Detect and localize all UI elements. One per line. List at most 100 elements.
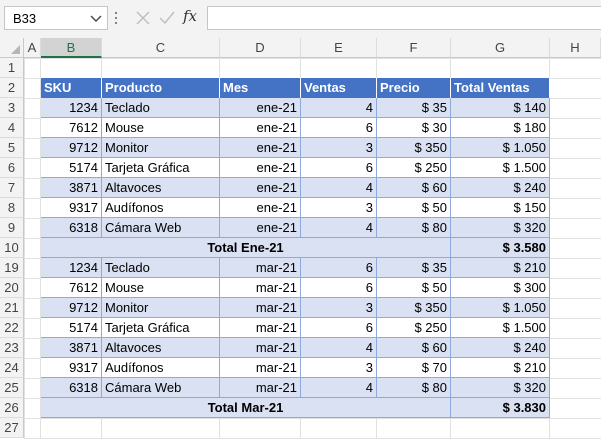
table-cell-ventas[interactable]: 6 (301, 278, 377, 298)
subtotal-value[interactable]: $ 3.580 (451, 238, 550, 258)
row-header[interactable]: 26 (0, 398, 24, 418)
table-cell-sku[interactable]: 3871 (41, 338, 102, 358)
row-header[interactable]: 3 (0, 98, 24, 118)
table-cell-producto[interactable]: Teclado (102, 98, 220, 118)
table-cell-precio[interactable]: $ 50 (377, 278, 451, 298)
table-cell-mes[interactable]: mar-21 (220, 258, 301, 278)
table-cell-mes[interactable]: ene-21 (220, 198, 301, 218)
table-cell-total[interactable]: $ 240 (451, 178, 550, 198)
table-cell-total[interactable]: $ 180 (451, 118, 550, 138)
table-cell-total[interactable]: $ 140 (451, 98, 550, 118)
table-cell-ventas[interactable]: 4 (301, 218, 377, 238)
table-cell-total[interactable]: $ 1.050 (451, 298, 550, 318)
table-cell-producto[interactable]: Mouse (102, 118, 220, 138)
table-cell-precio[interactable]: $ 50 (377, 198, 451, 218)
row-header[interactable]: 24 (0, 358, 24, 378)
table-cell-sku[interactable]: 9712 (41, 298, 102, 318)
table-cell-producto[interactable]: Audífonos (102, 198, 220, 218)
table-cell-ventas[interactable]: 3 (301, 138, 377, 158)
table-cell-total[interactable]: $ 300 (451, 278, 550, 298)
table-header-ventas[interactable]: Ventas (301, 78, 377, 98)
subtotal-label[interactable]: Total Ene-21 (41, 238, 451, 258)
enter-check-icon[interactable] (158, 10, 176, 26)
table-cell-ventas[interactable]: 6 (301, 118, 377, 138)
subtotal-label[interactable]: Total Mar-21 (41, 398, 451, 418)
column-header-c[interactable]: C (102, 38, 220, 58)
table-cell-sku[interactable]: 7612 (41, 118, 102, 138)
row-header[interactable]: 6 (0, 158, 24, 178)
table-cell-mes[interactable]: mar-21 (220, 378, 301, 398)
row-header[interactable]: 19 (0, 258, 24, 278)
table-cell-ventas[interactable]: 4 (301, 178, 377, 198)
table-header-precio[interactable]: Precio (377, 78, 451, 98)
table-cell-total[interactable]: $ 1.500 (451, 318, 550, 338)
row-header[interactable]: 2 (0, 78, 24, 98)
more-options-icon[interactable] (113, 11, 119, 25)
table-cell-precio[interactable]: $ 35 (377, 258, 451, 278)
row-header[interactable]: 27 (0, 418, 24, 438)
table-cell-ventas[interactable]: 4 (301, 338, 377, 358)
table-cell-precio[interactable]: $ 35 (377, 98, 451, 118)
table-cell-producto[interactable]: Cámara Web (102, 218, 220, 238)
table-header-producto[interactable]: Producto (102, 78, 220, 98)
table-cell-producto[interactable]: Teclado (102, 258, 220, 278)
table-cell-sku[interactable]: 9317 (41, 358, 102, 378)
table-cell-ventas[interactable]: 6 (301, 158, 377, 178)
table-cell-mes[interactable]: mar-21 (220, 358, 301, 378)
table-cell-ventas[interactable]: 4 (301, 98, 377, 118)
column-header-h[interactable]: H (550, 38, 601, 58)
table-header-total-ventas[interactable]: Total Ventas (451, 78, 550, 98)
row-header[interactable]: 8 (0, 198, 24, 218)
table-cell-total[interactable]: $ 320 (451, 218, 550, 238)
name-box[interactable]: B33 (4, 6, 108, 30)
column-header-b[interactable]: B (41, 38, 102, 58)
row-header[interactable]: 4 (0, 118, 24, 138)
table-cell-sku[interactable]: 9317 (41, 198, 102, 218)
table-header-sku[interactable]: SKU (41, 78, 102, 98)
table-cell-mes[interactable]: ene-21 (220, 158, 301, 178)
table-cell-mes[interactable]: ene-21 (220, 118, 301, 138)
table-cell-total[interactable]: $ 1.500 (451, 158, 550, 178)
table-cell-producto[interactable]: Cámara Web (102, 378, 220, 398)
table-cell-mes[interactable]: ene-21 (220, 138, 301, 158)
table-cell-ventas[interactable]: 4 (301, 378, 377, 398)
table-cell-sku[interactable]: 6318 (41, 378, 102, 398)
table-cell-precio[interactable]: $ 80 (377, 378, 451, 398)
table-cell-mes[interactable]: mar-21 (220, 298, 301, 318)
table-cell-total[interactable]: $ 150 (451, 198, 550, 218)
column-header-e[interactable]: E (301, 38, 377, 58)
table-cell-mes[interactable]: mar-21 (220, 318, 301, 338)
table-cell-mes[interactable]: ene-21 (220, 218, 301, 238)
table-cell-total[interactable]: $ 1.050 (451, 138, 550, 158)
table-cell-precio[interactable]: $ 60 (377, 338, 451, 358)
table-cell-producto[interactable]: Mouse (102, 278, 220, 298)
table-cell-sku[interactable]: 5174 (41, 318, 102, 338)
cancel-icon[interactable] (135, 10, 151, 26)
table-cell-sku[interactable]: 5174 (41, 158, 102, 178)
table-cell-precio[interactable]: $ 60 (377, 178, 451, 198)
table-cell-ventas[interactable]: 3 (301, 298, 377, 318)
table-cell-sku[interactable]: 1234 (41, 258, 102, 278)
row-header[interactable]: 20 (0, 278, 24, 298)
row-header[interactable]: 9 (0, 218, 24, 238)
table-cell-precio[interactable]: $ 70 (377, 358, 451, 378)
table-cell-sku[interactable]: 1234 (41, 98, 102, 118)
row-header[interactable]: 5 (0, 138, 24, 158)
table-cell-sku[interactable]: 9712 (41, 138, 102, 158)
column-header-g[interactable]: G (451, 38, 550, 58)
column-header-d[interactable]: D (220, 38, 301, 58)
table-cell-ventas[interactable]: 3 (301, 198, 377, 218)
row-header[interactable]: 23 (0, 338, 24, 358)
chevron-down-icon[interactable] (90, 14, 102, 24)
table-cell-ventas[interactable]: 3 (301, 358, 377, 378)
select-all-corner[interactable] (0, 38, 24, 58)
table-cell-mes[interactable]: ene-21 (220, 98, 301, 118)
table-cell-precio[interactable]: $ 250 (377, 318, 451, 338)
table-cell-sku[interactable]: 3871 (41, 178, 102, 198)
table-cell-total[interactable]: $ 320 (451, 378, 550, 398)
table-cell-precio[interactable]: $ 250 (377, 158, 451, 178)
table-cell-precio[interactable]: $ 350 (377, 298, 451, 318)
table-cell-precio[interactable]: $ 350 (377, 138, 451, 158)
row-header[interactable]: 21 (0, 298, 24, 318)
table-cell-producto[interactable]: Monitor (102, 138, 220, 158)
